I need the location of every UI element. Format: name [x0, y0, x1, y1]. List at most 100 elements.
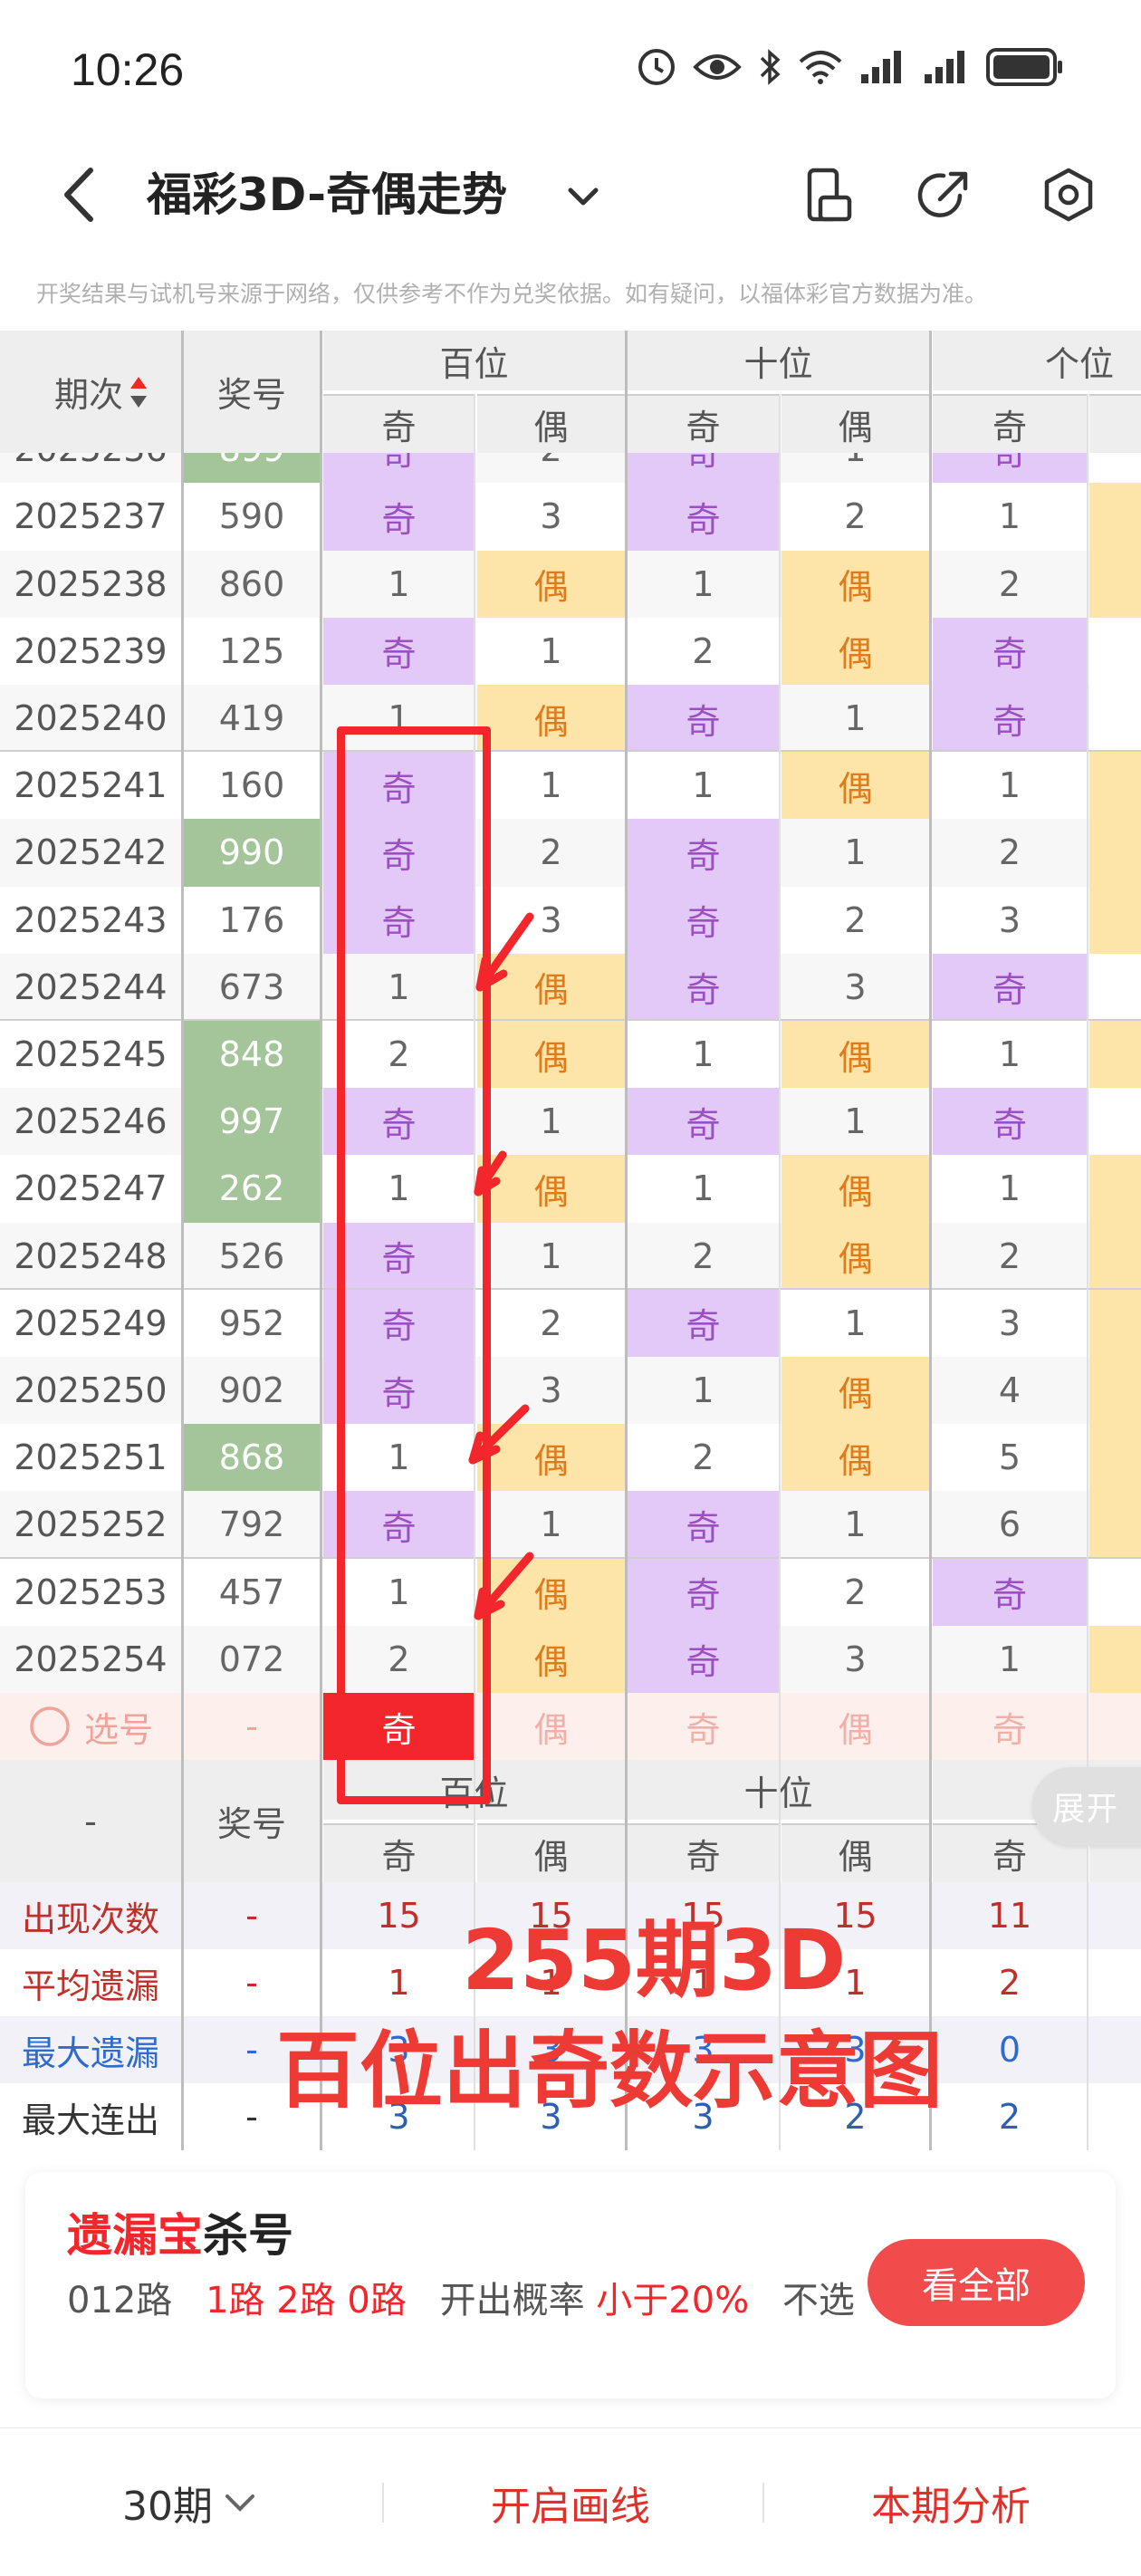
analysis-button[interactable]: 本期分析 [779, 2428, 1123, 2576]
trend-cell: 2 [998, 563, 1021, 604]
row-period: 2025238 [14, 563, 168, 604]
table-row[interactable]: 2025253 457 1 偶奇 2 奇 [0, 1558, 1141, 1626]
row-period: 2025241 [14, 765, 168, 806]
table-row[interactable]: 2025244 673 1 偶奇 3 奇 [0, 953, 1141, 1021]
table-row[interactable]: 2025242 990 奇 2 奇 1 2 [0, 819, 1141, 887]
trend-cell-partial [1089, 1155, 1141, 1223]
trend-cell: 偶 [781, 1155, 929, 1223]
nav-bar: 福彩3D-奇偶走势 [0, 136, 1141, 254]
row-period: 2025243 [14, 899, 168, 940]
trend-cell: 奇 [628, 953, 779, 1021]
trend-cell: 2 [844, 1572, 867, 1612]
row-number: 792 [218, 1504, 285, 1545]
status-bar: 10:26 [0, 0, 1141, 136]
row-number: 952 [218, 1302, 285, 1343]
trend-cell: 1 [692, 1034, 714, 1075]
period-header[interactable]: 期次 [0, 331, 181, 453]
period-selector[interactable]: 30期 [54, 2428, 326, 2576]
table-row[interactable]: 2025236899奇2奇1奇 [0, 453, 1141, 484]
select-cell[interactable]: 奇 [628, 1693, 779, 1760]
footer-sub-header: 偶 [781, 1823, 929, 1883]
table-row[interactable]: 2025250 902 奇 3 1 偶 4 [0, 1356, 1141, 1425]
table-row[interactable]: 2025238 860 1 偶 1 偶 2 [0, 550, 1141, 618]
table-row[interactable]: 2025248 526 奇 1 2 偶 2 [0, 1222, 1141, 1290]
page-title[interactable]: 福彩3D-奇偶走势 [147, 163, 507, 226]
trend-cell: 2 [477, 453, 625, 483]
view-all-button[interactable]: 看全部 [868, 2239, 1085, 2326]
footer-dash: - [0, 1760, 181, 1883]
trend-cell: 1 [692, 1370, 714, 1411]
trend-cell-partial [1089, 886, 1141, 954]
battery-icon [986, 48, 1062, 86]
table-row[interactable]: 2025245 848 2 偶 1 偶 1 [0, 1020, 1141, 1089]
table-row[interactable]: 2025241 160 奇 1 1 偶 1 [0, 752, 1141, 820]
trend-cell: 偶 [477, 953, 625, 1021]
trend-cell: 奇 [628, 1491, 779, 1559]
trend-cell: 1 [998, 765, 1021, 806]
grid-line [625, 331, 628, 2151]
trend-cell: 1 [844, 1504, 867, 1545]
sub-header-3: 偶 [781, 394, 929, 453]
alarm-icon [638, 49, 675, 85]
radio-icon[interactable] [28, 1705, 72, 1748]
trend-cell-partial [1089, 752, 1141, 820]
annotation-line-2: 百位出奇数示意图 [276, 2023, 944, 2119]
highlight-box [337, 726, 491, 1804]
stats-dash: - [245, 1963, 258, 2004]
trend-cell: 2 [692, 1235, 714, 1276]
trend-cell: 2 [844, 496, 867, 537]
row-period: 2025254 [14, 1639, 168, 1679]
trend-cell-partial [1089, 1088, 1141, 1156]
select-cell[interactable]: 偶 [781, 1693, 929, 1760]
row-number: 997 [184, 1088, 320, 1156]
table-row[interactable]: 2025249 952 奇 2 奇 1 3 [0, 1289, 1141, 1357]
card-title: 遗漏宝杀号 [67, 2209, 293, 2262]
table-row[interactable]: 2025254 072 2 偶奇 3 1 [0, 1625, 1141, 1693]
select-cell[interactable]: 奇 [933, 1693, 1087, 1760]
table-row[interactable]: 2025246 997 奇 1 奇 1 奇 [0, 1088, 1141, 1156]
signal-icon [861, 51, 901, 83]
footer-sub-header: 偶 [477, 1823, 625, 1883]
back-icon[interactable] [54, 163, 109, 226]
trend-cell-partial [1089, 483, 1141, 551]
trend-cell: 偶 [781, 1222, 929, 1290]
trend-cell: 1 [540, 765, 562, 806]
row-period: 2025245 [14, 1034, 168, 1075]
trend-cell: 2 [844, 899, 867, 940]
trend-cell: 2 [692, 630, 714, 671]
trend-cell: 3 [540, 496, 562, 537]
settings-icon[interactable] [1037, 163, 1100, 226]
rotate-screen-icon[interactable] [797, 163, 860, 226]
grid-line-thin [779, 394, 781, 2151]
select-number-toggle[interactable]: 选号 [0, 1693, 181, 1760]
row-number: 457 [218, 1572, 285, 1612]
table-row[interactable]: 2025252 792 奇 1 奇 1 6 [0, 1491, 1141, 1559]
table-row[interactable]: 2025237 590 奇 3 奇 2 1 [0, 483, 1141, 551]
chevron-down-icon[interactable] [563, 177, 603, 216]
trend-cell: 奇 [628, 483, 779, 551]
trend-cell: 奇 [628, 1088, 779, 1156]
share-icon[interactable] [913, 163, 976, 226]
wifi-icon [799, 51, 842, 84]
grid-line [181, 331, 184, 2151]
sort-icon[interactable] [129, 374, 149, 410]
period-header-label: 期次 [54, 375, 124, 415]
table-row[interactable]: 2025247 262 1 偶 1 偶 1 [0, 1155, 1141, 1223]
trend-cell: 1 [844, 1101, 867, 1142]
footer-number-header: 奖号 [184, 1760, 320, 1883]
draw-line-button[interactable]: 开启画线 [398, 2428, 743, 2576]
stats-label: 最大遗漏 [21, 2033, 159, 2073]
row-number: 848 [184, 1020, 320, 1089]
table-row[interactable]: 2025240 419 1 偶奇 1 奇 [0, 684, 1141, 753]
trend-cell: 3 [844, 966, 867, 1007]
table-row[interactable]: 2025251 868 1 偶 2 偶 5 [0, 1424, 1141, 1492]
trend-cell: 1 [692, 765, 714, 806]
trend-cell-partial [1089, 453, 1141, 484]
row-number: 419 [218, 698, 285, 739]
row-number: 990 [184, 819, 320, 887]
select-cell[interactable]: 偶 [477, 1693, 625, 1760]
table-row[interactable]: 2025243 176 奇 3 奇 2 3 [0, 886, 1141, 954]
grid-line-thin [1087, 394, 1088, 2151]
trend-cell-partial [1089, 1356, 1141, 1425]
table-row[interactable]: 2025239 125 奇 1 2 偶奇 [0, 617, 1141, 685]
